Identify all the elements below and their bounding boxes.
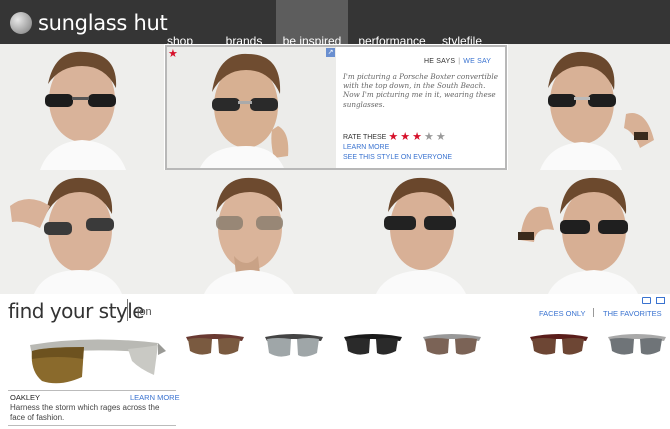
brand-learn-more-link[interactable]: LEARN MORE bbox=[130, 393, 180, 402]
logo-text: sunglass hut bbox=[38, 11, 168, 35]
model-photo-7[interactable] bbox=[508, 170, 670, 294]
logo-mark-icon bbox=[10, 12, 32, 34]
sunglasses-thumb-3[interactable] bbox=[342, 325, 404, 365]
model-photo-6[interactable] bbox=[336, 170, 508, 294]
rating-star-icon[interactable]: ★ bbox=[400, 131, 410, 143]
rating-star-icon[interactable]: ★ bbox=[412, 131, 422, 143]
favorites-link[interactable]: THE FAVORITES bbox=[603, 309, 662, 318]
nav-performance[interactable]: performance bbox=[356, 0, 428, 48]
see-style-link[interactable]: SEE THIS STYLE ON EVERYONE bbox=[343, 154, 452, 161]
brand-name: OAKLEY bbox=[10, 393, 41, 402]
nav-be-inspired[interactable]: be inspired bbox=[276, 0, 348, 48]
nav-brands[interactable]: brands bbox=[215, 0, 273, 48]
model-photo-4[interactable] bbox=[0, 170, 164, 294]
featured-sunglasses-image[interactable] bbox=[8, 325, 176, 391]
nav-stylefile[interactable]: stylefile bbox=[434, 0, 490, 48]
model-photo-1[interactable] bbox=[0, 44, 164, 170]
model-photo-5[interactable] bbox=[164, 170, 336, 294]
brand-description: Harness the storm which rages across the… bbox=[10, 403, 160, 422]
rating-star-icon[interactable]: ★ bbox=[436, 131, 446, 143]
we-say-tab[interactable]: WE SAY bbox=[463, 58, 491, 65]
brand-rule-bottom bbox=[8, 425, 176, 426]
says-toggle: HE SAYS | WE SAY bbox=[424, 58, 491, 65]
expand-icon[interactable]: ↗ bbox=[326, 48, 335, 57]
app: sunglass hut shop brands be inspired per… bbox=[0, 0, 670, 429]
user-name: jon bbox=[137, 306, 152, 318]
he-says-tab[interactable]: HE SAYS bbox=[424, 58, 455, 65]
brand-rule-top bbox=[8, 390, 176, 391]
folder-icon[interactable] bbox=[642, 297, 651, 304]
sunglasses-thumb-2[interactable] bbox=[263, 325, 325, 365]
model-quote: I'm picturing a Porsche Boxter convertib… bbox=[343, 72, 498, 109]
sunglasses-thumb-1[interactable] bbox=[184, 325, 246, 365]
logo[interactable]: sunglass hut bbox=[10, 10, 168, 36]
model-photo-3[interactable] bbox=[508, 44, 670, 170]
rating-stars: ★ ★ ★ ★ ★ bbox=[386, 131, 446, 143]
rating-star-icon[interactable]: ★ bbox=[424, 131, 434, 143]
favorite-star-icon[interactable]: ★ bbox=[168, 47, 178, 60]
faces-only-link[interactable]: FACES ONLY bbox=[539, 309, 586, 318]
top-nav-bar: sunglass hut shop brands be inspired per… bbox=[0, 0, 670, 48]
sunglasses-thumb-6[interactable] bbox=[606, 325, 668, 365]
learn-more-link[interactable]: LEARN MORE bbox=[343, 144, 389, 151]
find-style-title: find your style bbox=[8, 299, 145, 323]
rating-row: RATE THESE ★ ★ ★ ★ ★ bbox=[343, 131, 446, 143]
rate-label: RATE THESE bbox=[343, 133, 387, 141]
sunglasses-thumb-4[interactable] bbox=[421, 325, 483, 365]
says-separator: | bbox=[458, 58, 461, 65]
model-photo-featured[interactable] bbox=[166, 46, 336, 168]
mail-icon[interactable] bbox=[656, 297, 665, 304]
sunglasses-thumb-5[interactable] bbox=[528, 325, 590, 365]
links-separator bbox=[593, 308, 594, 317]
nav-shop[interactable]: shop bbox=[155, 0, 205, 48]
title-separator bbox=[127, 299, 128, 321]
rating-star-icon[interactable]: ★ bbox=[388, 131, 398, 143]
